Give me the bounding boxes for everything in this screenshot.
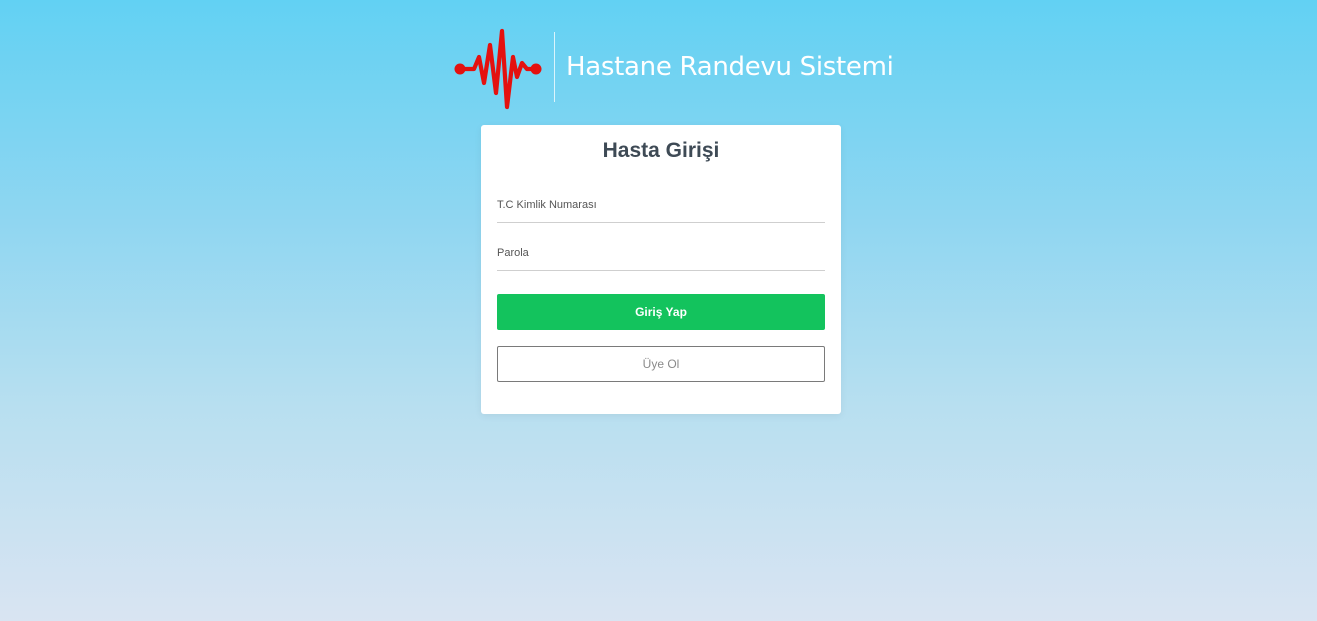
- brand-header: Hastane Randevu Sistemi: [452, 22, 894, 112]
- heartbeat-icon: [454, 28, 542, 110]
- password-input[interactable]: [497, 236, 825, 270]
- tc-field-wrapper: [497, 188, 825, 223]
- login-button[interactable]: Giriş Yap: [497, 294, 825, 330]
- register-button[interactable]: Üye Ol: [497, 346, 825, 382]
- password-field-wrapper: [497, 236, 825, 271]
- brand-divider: [554, 32, 555, 102]
- page-title: Hasta Girişi: [602, 139, 720, 162]
- login-card: Hasta Girişi Giriş Yap Üye Ol: [481, 125, 841, 414]
- tc-kimlik-input[interactable]: [497, 188, 825, 222]
- app-title: Hastane Randevu Sistemi: [566, 52, 894, 82]
